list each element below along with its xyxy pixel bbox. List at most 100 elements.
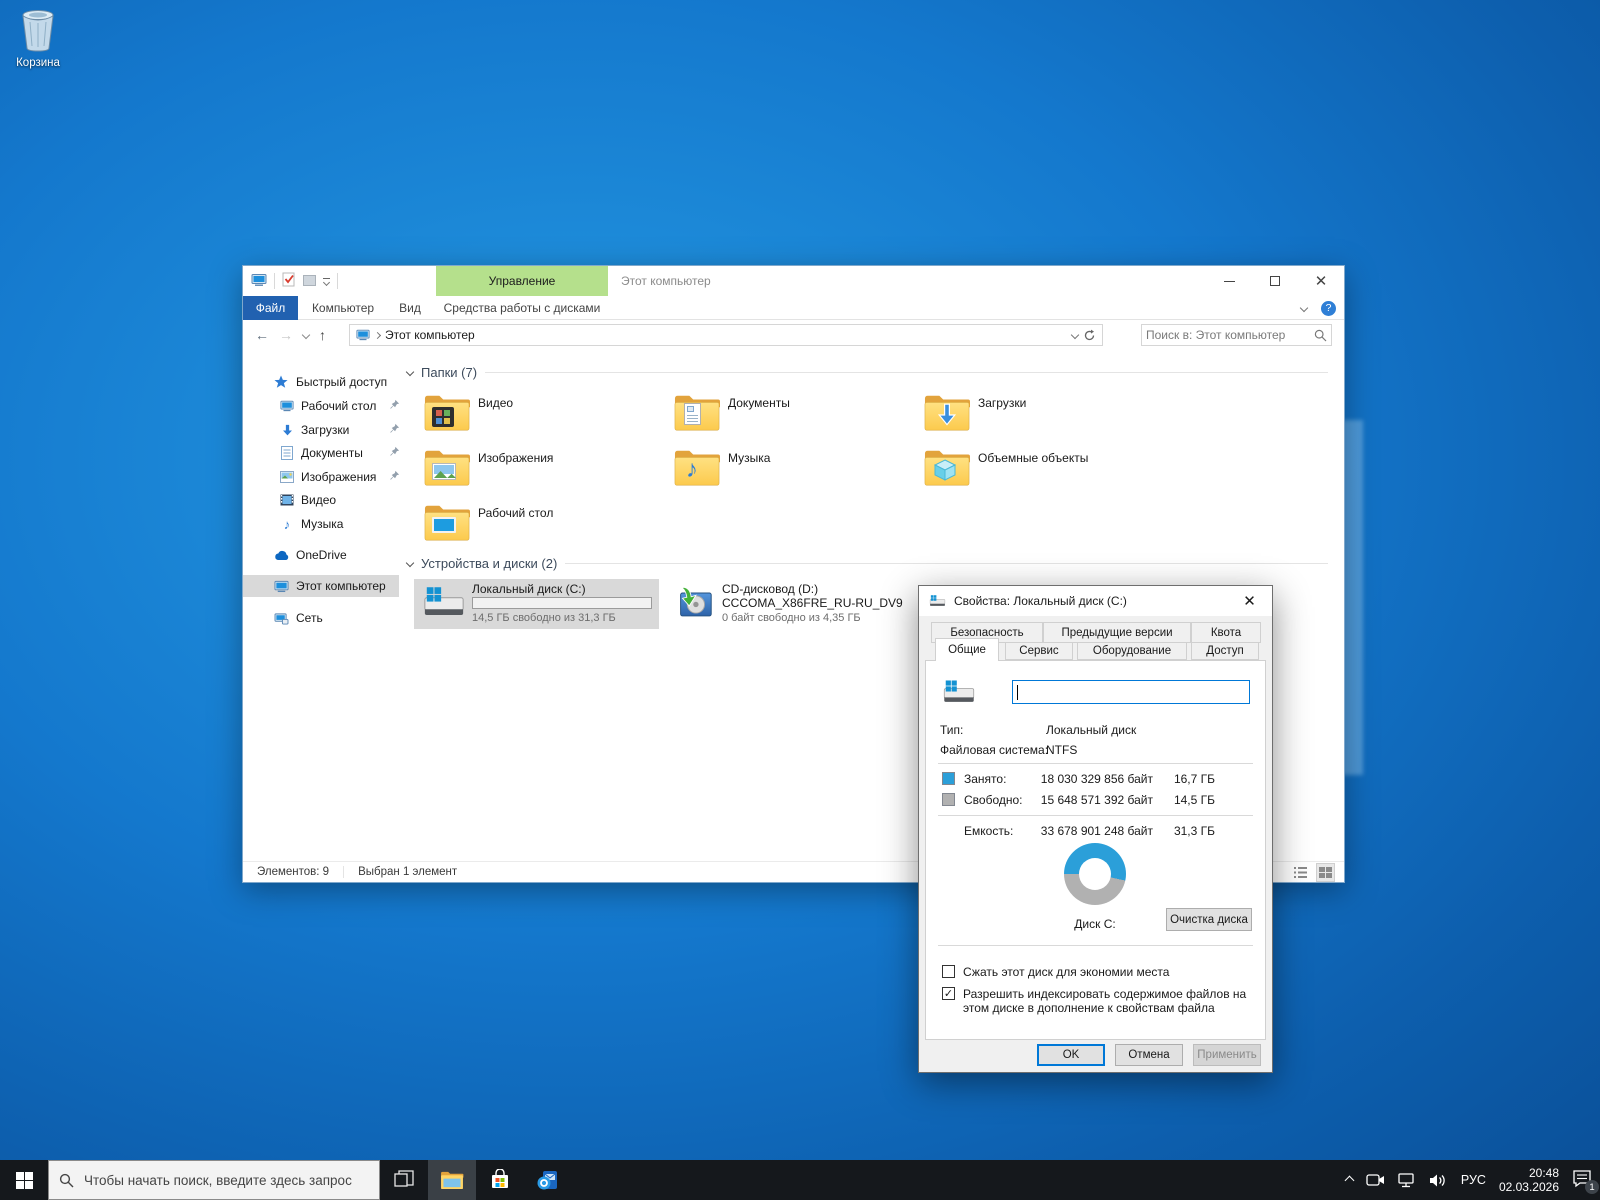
start-button[interactable]	[0, 1160, 48, 1200]
tab-hardware[interactable]: Оборудование	[1077, 642, 1187, 660]
dialog-close-icon[interactable]: ✕	[1227, 586, 1272, 615]
tab-view[interactable]: Вид	[395, 296, 425, 320]
customize-qat-icon[interactable]	[323, 278, 330, 285]
drive-d-tile[interactable]: CD-дисковод (D:) CCCOMA_X86FRE_RU-RU_DV9…	[664, 579, 924, 629]
volume-icon[interactable]	[1429, 1173, 1448, 1188]
capacity-size: 31,3 ГБ	[1174, 824, 1215, 838]
tab-general[interactable]: Общие	[935, 638, 999, 661]
capacity-label: Емкость:	[964, 824, 1013, 838]
store-button[interactable]	[476, 1160, 524, 1200]
drive-c-capacity-bar	[472, 597, 652, 609]
properties-qat-icon[interactable]	[282, 272, 296, 290]
outlook-icon	[536, 1168, 560, 1192]
compress-checkbox[interactable]	[942, 965, 955, 978]
nav-documents[interactable]: Документы	[243, 442, 399, 464]
type-label: Тип:	[940, 723, 963, 737]
action-center[interactable]: 1	[1572, 1170, 1594, 1190]
folder-tile-downloads[interactable]: Загрузки	[914, 389, 1164, 444]
free-size: 14,5 ГБ	[1174, 793, 1215, 807]
tab-disk-tools[interactable]: Средства работы с дисками	[442, 296, 602, 320]
folder-tile-videos[interactable]: Видео	[414, 389, 664, 444]
group-header-devices[interactable]: Устройства и диски (2)	[407, 554, 1328, 572]
notification-badge: 1	[1585, 1180, 1599, 1194]
clock-time: 20:48	[1499, 1166, 1559, 1180]
address-box[interactable]: Этот компьютер	[349, 324, 1103, 346]
folder-tile-documents[interactable]: Документы	[664, 389, 914, 444]
tab-file[interactable]: Файл	[243, 296, 298, 320]
folder-tile-3d-objects[interactable]: Объемные объекты	[914, 444, 1164, 499]
drive-icon	[929, 594, 946, 609]
nav-onedrive[interactable]: OneDrive	[243, 544, 399, 566]
ribbon-tabs: Файл Компьютер Вид Средства работы с дис…	[243, 296, 1344, 320]
outlook-button[interactable]	[524, 1160, 572, 1200]
window-title: Этот компьютер	[621, 266, 711, 296]
recent-locations-icon[interactable]	[302, 331, 310, 339]
disk-cleanup-button[interactable]: Очистка диска	[1166, 908, 1252, 931]
tray-overflow-icon[interactable]	[1344, 1175, 1354, 1185]
nav-desktop[interactable]: Рабочий стол	[243, 395, 399, 417]
close-button[interactable]: ✕	[1298, 266, 1344, 296]
computer-icon[interactable]	[251, 272, 267, 291]
expand-ribbon-icon[interactable]	[1300, 304, 1308, 312]
refresh-icon[interactable]	[1083, 329, 1096, 342]
taskbar-search-input[interactable]	[84, 1173, 369, 1188]
apply-button[interactable]: Применить	[1193, 1044, 1261, 1066]
tab-tools[interactable]: Сервис	[1005, 642, 1073, 660]
cancel-button[interactable]: Отмена	[1115, 1044, 1183, 1066]
tab-quota[interactable]: Квота	[1191, 622, 1261, 643]
thumbnails-view-icon[interactable]	[1317, 864, 1334, 881]
folder-tile-pictures[interactable]: Изображения	[414, 444, 664, 499]
collapse-group-icon[interactable]	[406, 559, 414, 567]
ok-button[interactable]: OK	[1037, 1044, 1105, 1066]
folder-tile-music[interactable]: ♪ Музыка	[664, 444, 914, 499]
forward-icon[interactable]: →	[279, 327, 293, 343]
video-overlay-icon	[432, 407, 454, 427]
volume-label-input[interactable]	[1012, 680, 1250, 704]
folder-tile-desktop[interactable]: Рабочий стол	[414, 499, 664, 554]
language-indicator[interactable]: РУС	[1461, 1173, 1486, 1187]
back-icon[interactable]: ←	[255, 327, 269, 343]
type-value: Локальный диск	[1046, 723, 1136, 737]
minimize-button[interactable]	[1206, 266, 1252, 296]
tab-previous-versions[interactable]: Предыдущие версии	[1043, 622, 1191, 643]
breadcrumb-location[interactable]: Этот компьютер	[385, 328, 475, 342]
search-input[interactable]	[1146, 328, 1314, 342]
nav-network[interactable]: Сеть	[243, 607, 399, 629]
task-view-button[interactable]	[380, 1160, 428, 1200]
tab-computer[interactable]: Компьютер	[311, 296, 375, 320]
file-explorer-button[interactable]	[428, 1160, 476, 1200]
up-icon[interactable]: ↑	[319, 327, 326, 343]
taskbar-search[interactable]	[48, 1160, 380, 1200]
search-box[interactable]	[1141, 324, 1332, 346]
collapse-group-icon[interactable]	[406, 368, 414, 376]
this-pc-icon	[273, 578, 289, 594]
nav-this-pc[interactable]: Этот компьютер	[243, 575, 399, 597]
cd-drive-icon	[672, 585, 716, 625]
download-overlay-icon	[935, 403, 959, 430]
navigation-pane: Быстрый доступ Рабочий стол Загрузки	[243, 350, 399, 861]
nav-videos[interactable]: Видео	[243, 489, 399, 511]
address-dropdown-icon[interactable]	[1071, 331, 1079, 339]
system-tray: РУС 20:48 02.03.2026 1	[1346, 1160, 1594, 1200]
drive-c-tile[interactable]: Локальный диск (C:) 14,5 ГБ свободно из …	[414, 579, 659, 629]
recycle-bin[interactable]: Корзина	[10, 8, 66, 69]
network-icon[interactable]	[1398, 1173, 1416, 1188]
location-icon	[356, 328, 370, 342]
meet-now-icon[interactable]	[1366, 1173, 1385, 1187]
tab-sharing[interactable]: Доступ	[1191, 642, 1259, 660]
index-checkbox[interactable]	[942, 987, 955, 1000]
nav-pictures[interactable]: Изображения	[243, 466, 399, 488]
nav-downloads[interactable]: Загрузки	[243, 419, 399, 441]
group-header-folders[interactable]: Папки (7)	[407, 363, 1328, 381]
nav-music[interactable]: ♪ Музыка	[243, 513, 399, 535]
clock[interactable]: 20:48 02.03.2026	[1499, 1166, 1559, 1194]
maximize-button[interactable]	[1252, 266, 1298, 296]
details-view-icon[interactable]	[1292, 864, 1309, 881]
nav-quick-access[interactable]: Быстрый доступ	[243, 371, 399, 393]
new-folder-qat-icon[interactable]	[303, 274, 316, 289]
desktop-overlay-icon	[432, 517, 456, 533]
document-overlay-icon	[684, 403, 701, 425]
help-icon[interactable]: ?	[1321, 301, 1336, 316]
search-icon[interactable]	[1314, 329, 1327, 342]
contextual-tab-header[interactable]: Управление	[436, 266, 608, 296]
